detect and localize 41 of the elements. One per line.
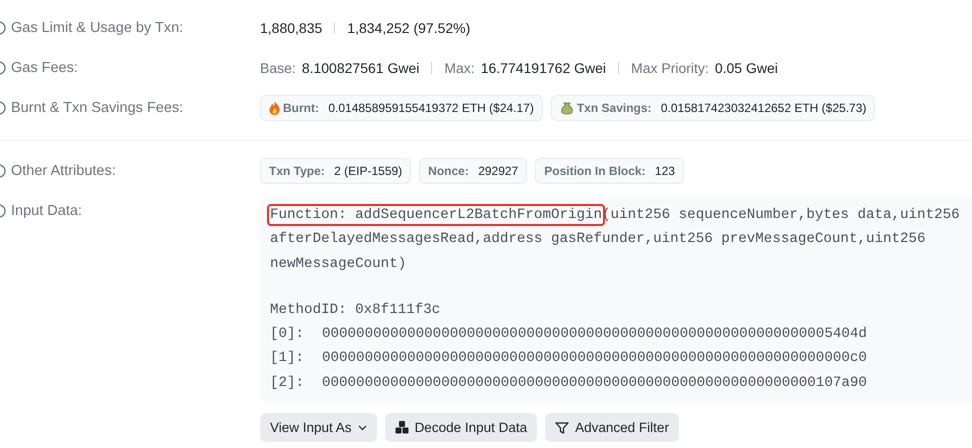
field-label: Input Data: xyxy=(11,203,82,219)
param-value: 000000000000000000000000000000000000000000000000000000000005404d xyxy=(322,326,867,342)
toolbar-button[interactable]: Decode Input Data xyxy=(384,413,538,442)
function-params: afterDelayedMessagesRead,address gasRefunder,uint256 prevMessageCount,uint256 newMessageCount) xyxy=(270,230,927,274)
flame-icon xyxy=(269,101,280,115)
field-label: Other Attributes: xyxy=(11,163,116,179)
help-icon xyxy=(0,101,6,115)
fee-label: Max: xyxy=(444,60,475,76)
help-icon xyxy=(0,164,6,178)
help-icon xyxy=(0,204,6,218)
field-label: Gas Fees: xyxy=(11,60,78,76)
param-value: 0000000000000000000000000000000000000000000000000000000000107a90 xyxy=(322,374,867,391)
fee-value: 16.774191762 Gwei xyxy=(480,60,606,76)
function-params: (uint256 sequenceNumber,bytes data,uint256 xyxy=(602,207,960,223)
param-value: 00000000000000000000000000000000000000000000000000000000000000c0 xyxy=(322,350,867,366)
toolbar-button[interactable]: Advanced Filter xyxy=(545,413,679,442)
field-label: Burnt & Txn Savings Fees: xyxy=(11,100,184,116)
param-index: [2]: xyxy=(270,374,306,393)
fee-value: 8.100827561 Gwei xyxy=(302,60,420,76)
attribute-badge: Nonce: 292927 xyxy=(419,158,528,184)
field-label: Gas Limit & Usage by Txn: xyxy=(11,20,184,36)
fee-label: Max Priority: xyxy=(631,60,709,76)
attribute-badge: Txn Savings: 0.015817423032412652 ETH ($25.73) xyxy=(550,95,876,121)
field-value: 1,834,252 (97.52%) xyxy=(347,20,470,36)
field-value: 1,880,835 xyxy=(260,20,322,36)
help-icon xyxy=(0,21,6,35)
filter-icon xyxy=(555,422,570,434)
help-icon xyxy=(0,61,6,75)
attribute-badge: Burnt: 0.014858959155419372 ETH ($24.17) xyxy=(260,95,543,121)
param-index: [0]: xyxy=(270,325,306,344)
fee-label: Base: xyxy=(260,60,296,76)
attribute-badge: Txn Type: 2 (EIP-1559) xyxy=(260,158,412,184)
cubes-icon xyxy=(394,421,409,434)
param-index: [1]: xyxy=(270,349,306,368)
view-input-dropdown[interactable]: View Input As xyxy=(260,413,377,442)
method-id: MethodID: 0x8f111f3c xyxy=(270,302,440,318)
caret-icon xyxy=(358,424,367,431)
money-bag-icon xyxy=(560,101,574,115)
highlighted-function-name: Function: addSequencerL2BatchFromOrigin xyxy=(270,207,602,223)
fee-value: 0.05 Gwei xyxy=(714,60,778,76)
attribute-badge: Position In Block: 123 xyxy=(535,158,684,184)
